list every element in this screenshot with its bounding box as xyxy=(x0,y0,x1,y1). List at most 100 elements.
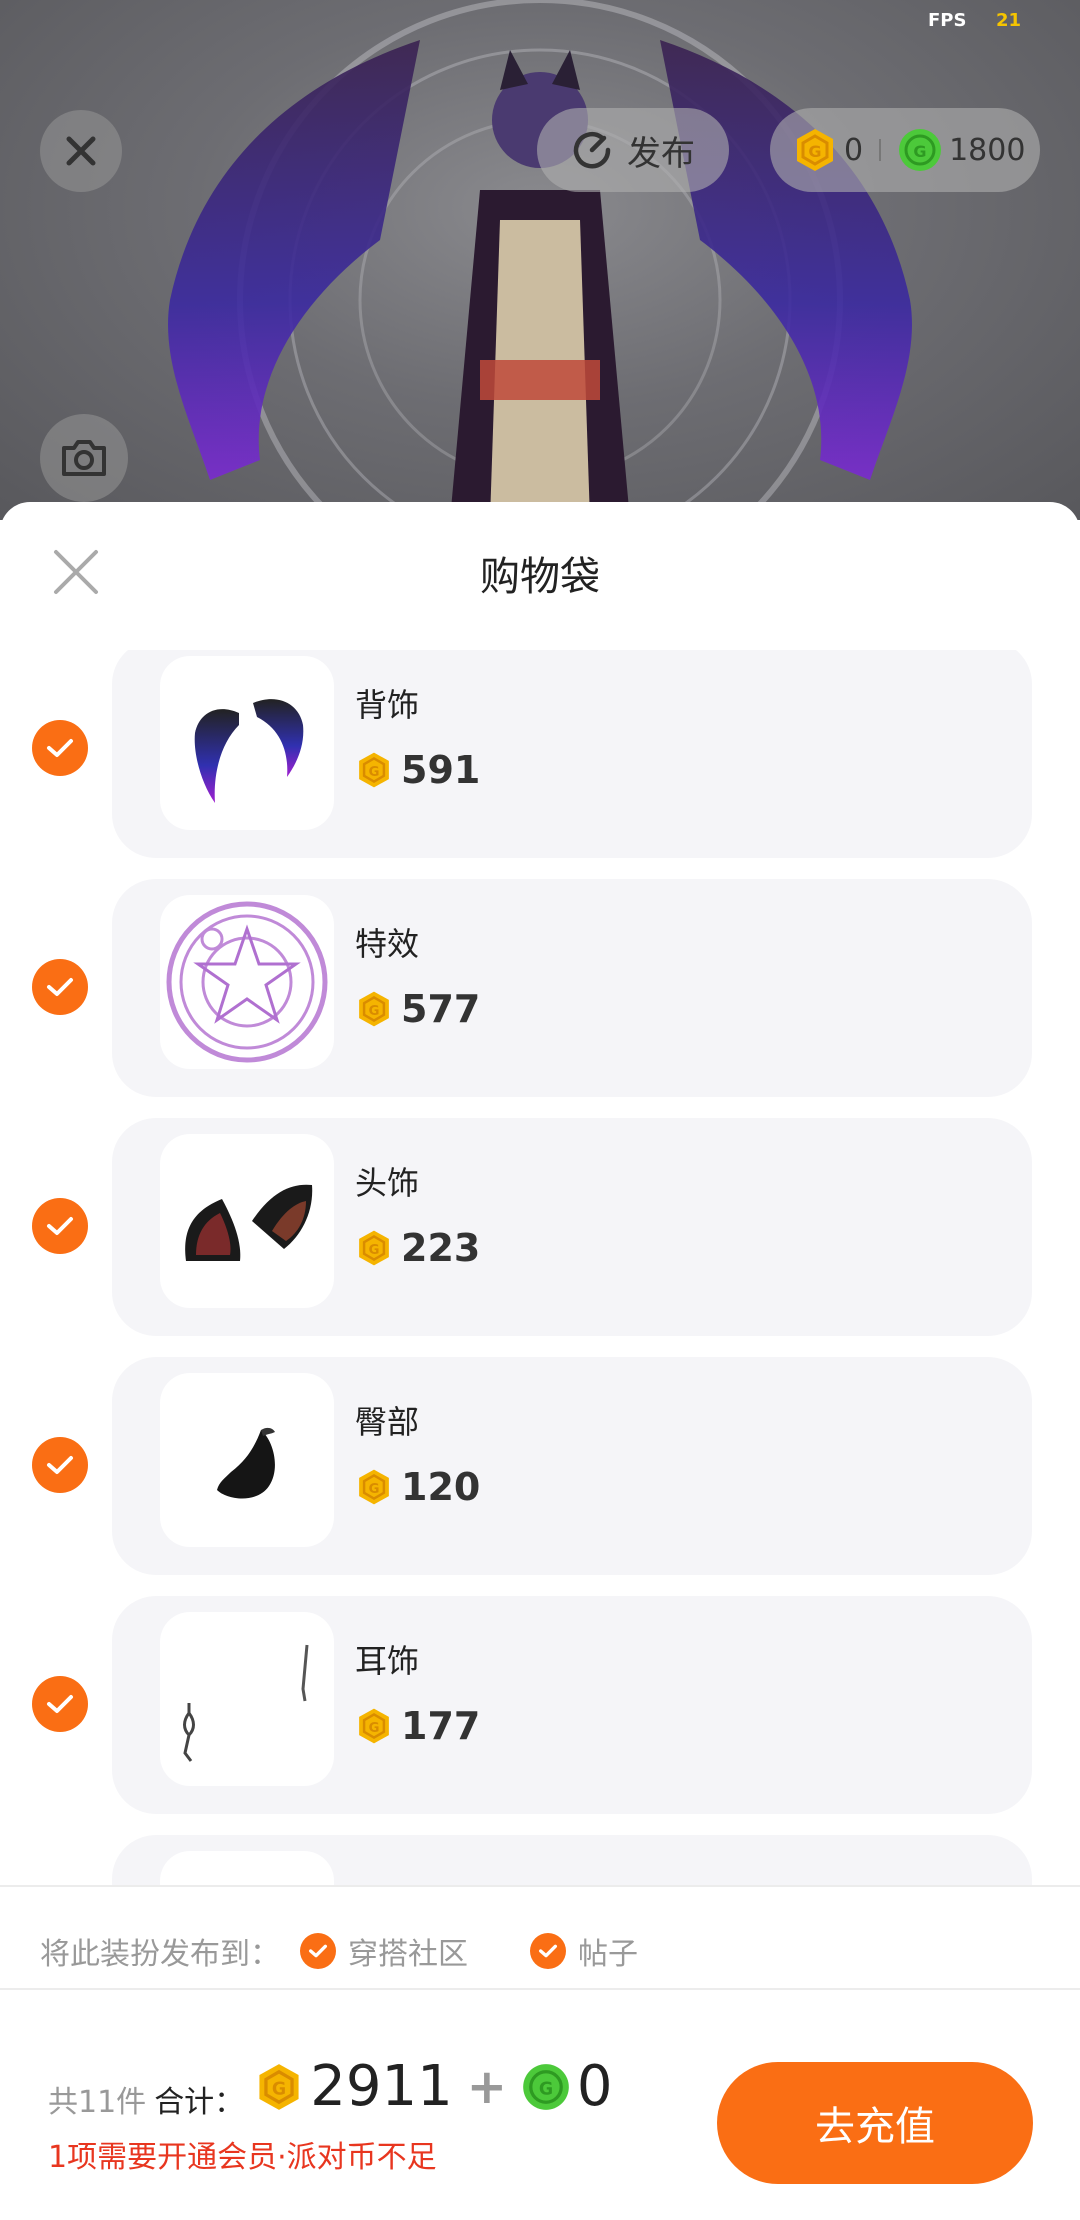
tail-image xyxy=(217,1427,275,1499)
checkmark-icon xyxy=(47,1456,73,1474)
item-checkbox[interactable] xyxy=(32,1676,88,1732)
item-price-row: G 223 xyxy=(355,1226,480,1270)
cart-item-list[interactable]: 背饰 G 591 特效 G 577 头饰 G 223 臀部 G 120 耳饰 G… xyxy=(0,650,1080,1885)
item-checkbox[interactable] xyxy=(32,1437,88,1493)
gold-coin-icon: G xyxy=(797,129,833,171)
cart-item[interactable]: 特效 G 577 xyxy=(0,879,1080,1097)
gold-coin-icon: G xyxy=(359,752,389,788)
item-price: 120 xyxy=(401,1465,481,1509)
item-checkbox[interactable] xyxy=(32,720,88,776)
gold-total: 2911 xyxy=(310,2054,453,2119)
checkmark-icon xyxy=(539,1944,557,1958)
svg-text:G: G xyxy=(914,142,927,161)
svg-text:G: G xyxy=(539,2079,553,2099)
checkmark-icon xyxy=(47,1217,73,1235)
earrings-thumbnail xyxy=(160,1612,334,1786)
tail-thumbnail xyxy=(160,1373,334,1547)
item-price: 177 xyxy=(401,1704,481,1748)
gold-coin-icon: G xyxy=(359,1708,389,1744)
svg-text:G: G xyxy=(369,1243,380,1258)
checkmark-icon xyxy=(47,1695,73,1713)
cart-item[interactable]: 耳饰 G 177 xyxy=(0,1596,1080,1814)
green-balance: 1800 xyxy=(949,132,1026,168)
gold-coin-icon: G xyxy=(359,1469,389,1505)
item-price-row: G 591 xyxy=(355,748,480,792)
item-name: 特效 xyxy=(355,925,420,963)
cart-item[interactable] xyxy=(0,1835,1080,1885)
total-label: 合计： xyxy=(154,2084,245,2120)
magic-circle-thumbnail xyxy=(160,895,334,1069)
option-checkbox[interactable] xyxy=(300,1933,336,1969)
avatar-preview-art xyxy=(168,0,912,520)
svg-text:G: G xyxy=(369,1721,380,1736)
fps-label: FPS xyxy=(928,10,967,31)
gold-coin-icon: G xyxy=(259,2063,299,2110)
camera-icon xyxy=(62,440,106,476)
svg-text:G: G xyxy=(369,1004,380,1019)
item-price: 223 xyxy=(401,1226,481,1270)
publish-to-row: 将此装扮发布到： 穿搭社区 帖子 xyxy=(40,1926,638,1976)
close-icon xyxy=(66,136,96,166)
checkmark-icon xyxy=(47,739,73,757)
item-thumbnail xyxy=(160,1851,334,1885)
magic-circle-image xyxy=(166,901,328,1063)
item-card[interactable]: 背饰 G 591 xyxy=(112,650,1032,858)
fps-value: 21 xyxy=(996,10,1022,31)
checkmark-icon xyxy=(309,1944,327,1958)
item-count: 共11件 xyxy=(48,2084,147,2120)
plus-sign: + xyxy=(466,2058,507,2115)
option-label: 穿搭社区 xyxy=(348,1937,468,1972)
cat-ears-image xyxy=(185,1184,313,1261)
publish-option-community[interactable]: 穿搭社区 xyxy=(300,1929,468,1973)
item-name: 头饰 xyxy=(355,1164,420,1202)
wings-thumbnail xyxy=(160,656,334,830)
balance-separator xyxy=(879,139,882,161)
item-card[interactable]: 特效 G 577 xyxy=(112,879,1032,1097)
svg-text:G: G xyxy=(369,765,380,780)
shopping-bag-sheet: 购物袋 背饰 G 591 特效 G 577 头饰 G 223 臀部 G 120 … xyxy=(0,502,1080,2220)
item-card[interactable]: 头饰 G 223 xyxy=(112,1118,1032,1336)
list-divider xyxy=(0,1885,1080,1887)
total-amount: G 2911 + G 0 xyxy=(254,2054,613,2119)
svg-text:G: G xyxy=(272,2079,286,2099)
item-checkbox[interactable] xyxy=(32,1198,88,1254)
checkmark-icon xyxy=(47,978,73,996)
item-price: 577 xyxy=(401,987,481,1031)
svg-text:G: G xyxy=(808,142,821,161)
gold-coin-icon: G xyxy=(359,1230,389,1266)
cart-item[interactable]: 头饰 G 223 xyxy=(0,1118,1080,1336)
cart-item[interactable]: 背饰 G 591 xyxy=(0,650,1080,858)
green-coin-icon: G xyxy=(899,129,942,171)
publish-label: 发布 xyxy=(627,133,695,174)
close-preview-button[interactable] xyxy=(40,110,122,192)
footer-divider xyxy=(0,1988,1080,1990)
item-card[interactable]: 臀部 G 120 xyxy=(112,1357,1032,1575)
publish-refresh-icon xyxy=(573,131,611,169)
item-price-row: G 120 xyxy=(355,1465,480,1509)
publish-button[interactable]: 发布 xyxy=(537,108,729,192)
item-price-row: G 577 xyxy=(355,987,480,1031)
coin-balance-pill[interactable]: G 0 G 1800 xyxy=(770,108,1040,192)
checkout-footer: 共11件 合计： G 2911 + G 0 1项需要开通会员·派对币不足 去充值 xyxy=(0,2022,1080,2220)
cart-item[interactable]: 臀部 G 120 xyxy=(0,1357,1080,1575)
item-price-row: G 177 xyxy=(355,1704,480,1748)
wings-image xyxy=(194,699,304,803)
publish-to-label: 将此装扮发布到： xyxy=(40,1937,280,1972)
svg-text:G: G xyxy=(369,1482,380,1497)
earrings-image xyxy=(183,1644,309,1762)
item-checkbox[interactable] xyxy=(32,959,88,1015)
gold-coin-icon: G xyxy=(359,991,389,1027)
publish-option-post[interactable]: 帖子 xyxy=(530,1929,638,1973)
cat-ears-thumbnail xyxy=(160,1134,334,1308)
item-name: 背饰 xyxy=(355,686,420,724)
item-card[interactable] xyxy=(112,1835,1032,1885)
option-checkbox[interactable] xyxy=(530,1933,566,1969)
green-total: 0 xyxy=(576,2054,613,2119)
recharge-button[interactable]: 去充值 xyxy=(717,2062,1033,2184)
camera-button[interactable] xyxy=(40,414,128,502)
item-card[interactable]: 耳饰 G 177 xyxy=(112,1596,1032,1814)
sheet-title: 购物袋 xyxy=(480,554,600,600)
gold-balance: 0 xyxy=(844,132,864,168)
avatar-preview-scene: FPS 21 发布 G 0 G 1800 xyxy=(0,0,1080,520)
item-name: 耳饰 xyxy=(355,1642,420,1680)
